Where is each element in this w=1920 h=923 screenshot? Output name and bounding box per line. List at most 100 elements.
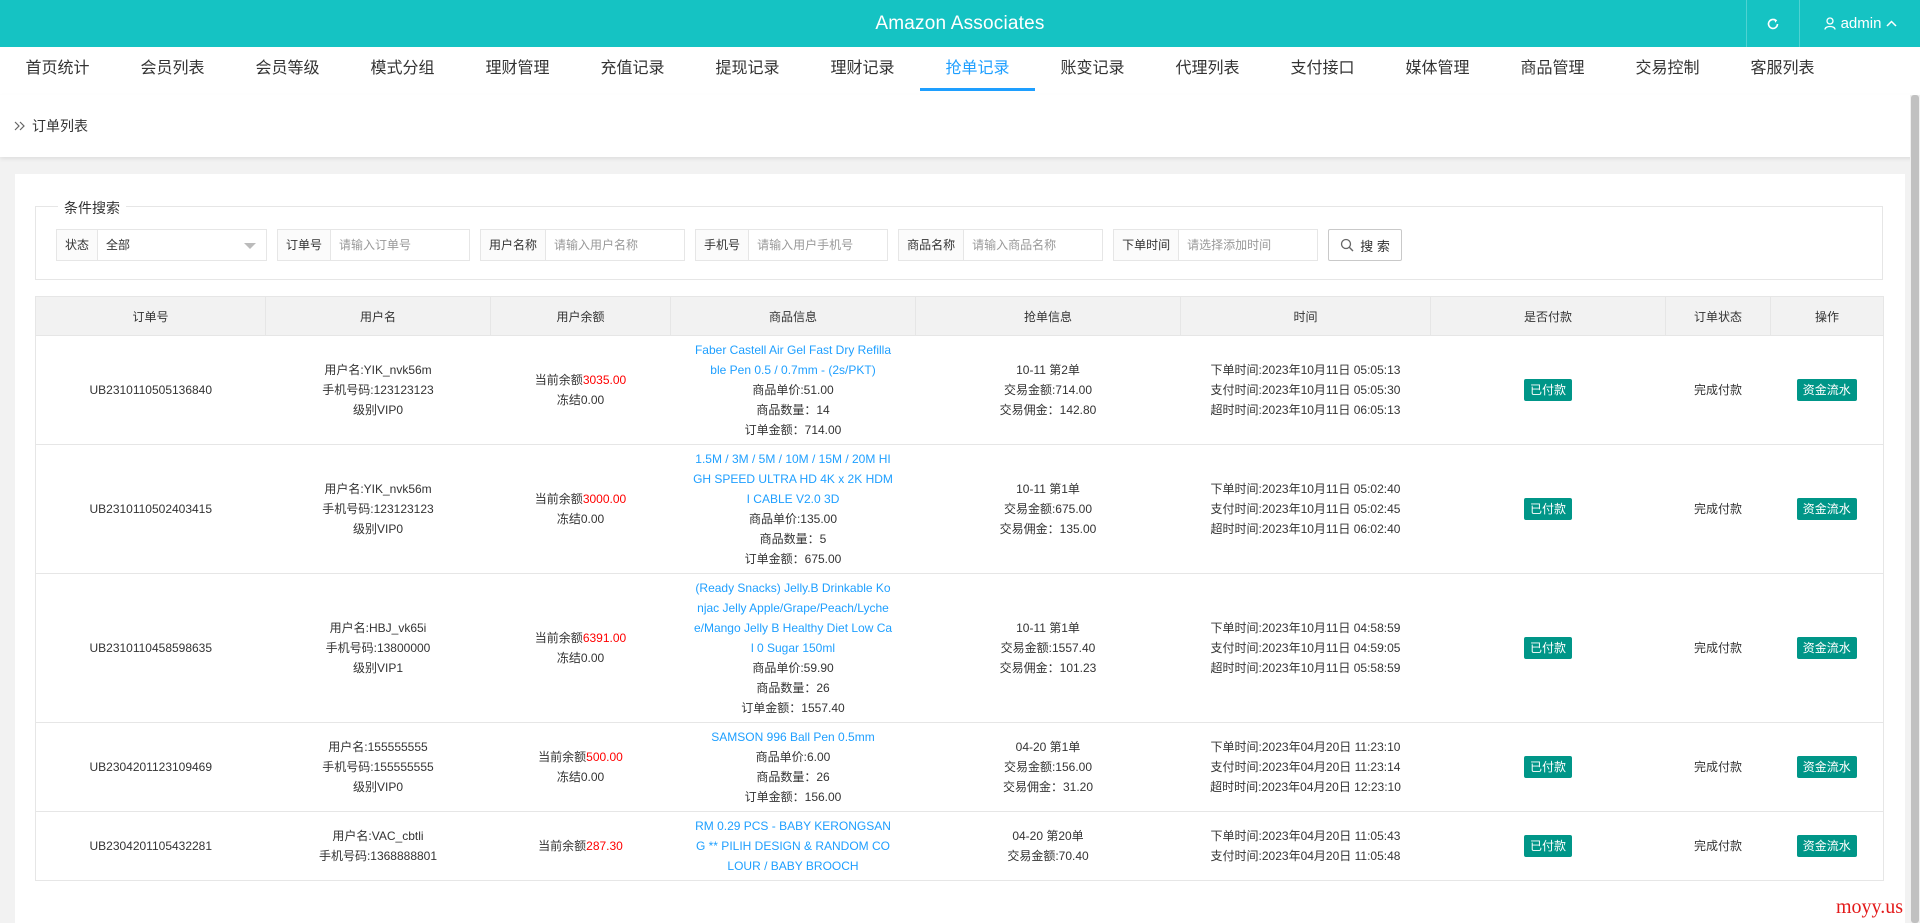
grab-index: 04-20 第1单 [1015,740,1081,754]
order-time-input[interactable] [1179,230,1318,260]
user-phone-text: 手机号码:155555555 [322,760,434,774]
tab-trade-control[interactable]: 交易控制 [1610,47,1725,95]
goods-total: 订单金额：1557.40 [741,701,845,715]
tab-finance-manage[interactable]: 理财管理 [460,47,575,95]
status-select-value: 全部 [106,238,131,252]
order-time: 下单时间:2023年04月20日 11:23:10 [1210,740,1401,754]
paid-cell: 已付款 [1430,811,1666,881]
tab-account-change[interactable]: 账变记录 [1035,47,1150,95]
grab-amount: 交易金额:675.00 [1003,502,1093,516]
tab-payment-interface[interactable]: 支付接口 [1265,47,1380,95]
goods-title-link[interactable]: (Ready Snacks) Jelly.B Drinkable Konjac … [693,578,893,658]
grab-commission: 交易佣金：31.20 [1002,780,1094,794]
balance-prefix: 当前余额 [534,373,583,387]
goods-price: 商品单价:51.00 [752,383,834,397]
goods-name-input[interactable] [964,230,1103,260]
time-info: 下单时间:2023年04月20日 11:05:43 支付时间:2023年04月2… [1180,811,1431,881]
fund-flow-button[interactable]: 资金流水 [1796,379,1857,401]
tab-media-manage[interactable]: 媒体管理 [1380,47,1495,95]
fund-flow-button[interactable]: 资金流水 [1796,637,1857,659]
tab-member-level[interactable]: 会员等级 [230,47,345,95]
order-no-input[interactable] [331,230,470,260]
goods-title-link[interactable]: SAMSON 996 Ball Pen 0.5mm [693,727,893,747]
paid-badge: 已付款 [1523,756,1572,778]
time-info: 下单时间:2023年04月20日 11:23:10 支付时间:2023年04月2… [1180,722,1431,812]
fund-flow-button[interactable]: 资金流水 [1796,756,1857,778]
user-name-text: 用户名:155555555 [328,740,428,754]
chevron-up-icon [1886,20,1897,27]
goods-price: 商品单价:6.00 [755,750,831,764]
goods-name-filter: 商品名称 [898,229,1104,261]
grab-index: 10-11 第1单 [1016,482,1080,496]
order-time-label: 下单时间 [1114,230,1180,260]
tab-grab-records[interactable]: 抢单记录 [920,47,1035,95]
table-row: UB2310110505136840 用户名:YIK_nvk56m 手机号码:1… [35,335,1884,445]
phone-input[interactable] [749,230,888,260]
scrollbar-thumb[interactable] [1911,95,1919,923]
order-time: 下单时间:2023年10月11日 04:58:59 [1210,621,1401,635]
order-table: 订单号 用户名 用户余额 商品信息 抢单信息 时间 是否付款 订单状态 操作 U… [35,296,1884,881]
grab-index: 04-20 第20单 [1012,829,1084,843]
search-button[interactable]: 搜 索 [1328,229,1403,261]
goods-title-link[interactable]: RM 0.29 PCS - BABY KERONGSANG ** PILIH D… [693,816,893,876]
order-no: UB2304201105432281 [35,811,266,881]
goods-title-link[interactable]: 1.5M / 3M / 5M / 10M / 15M / 20M HIGH SP… [693,449,893,509]
balance-prefix: 当前余额 [534,492,583,506]
fund-flow-button[interactable]: 资金流水 [1796,498,1857,520]
paid-cell: 已付款 [1430,722,1666,812]
balance-info: 当前余额3035.00 冻结0.00 [490,335,671,445]
tab-agent-list[interactable]: 代理列表 [1150,47,1265,95]
tab-recharge-records[interactable]: 充值记录 [575,47,690,95]
time-info: 下单时间:2023年10月11日 05:05:13 支付时间:2023年10月1… [1180,335,1431,445]
user-level-text: 级别VIP1 [352,661,404,675]
order-status: 完成付款 [1665,573,1771,723]
search-row: 状态 全部 订单号 用户名称 手机号 商品名称 [56,229,1403,261]
refresh-button[interactable] [1746,0,1800,47]
action-cell: 资金流水 [1770,335,1884,445]
watermark-text: moyy.us [1836,896,1904,918]
tab-finance-records[interactable]: 理财记录 [805,47,920,95]
tab-mode-group[interactable]: 模式分组 [345,47,460,95]
goods-name-label: 商品名称 [899,230,965,260]
order-status: 完成付款 [1665,811,1771,881]
user-phone-text: 手机号码:1368888801 [318,849,438,863]
order-no: UB2304201123109469 [35,722,266,812]
paid-cell: 已付款 [1430,573,1666,723]
paid-cell: 已付款 [1430,444,1666,574]
tab-withdraw-records[interactable]: 提现记录 [690,47,805,95]
frozen-text: 冻结0.00 [556,651,605,665]
chevron-down-icon [244,243,257,249]
goods-title-link[interactable]: Faber Castell Air Gel Fast Dry Refillabl… [693,340,893,380]
fund-flow-button[interactable]: 资金流水 [1796,835,1857,857]
tab-service-list[interactable]: 客服列表 [1725,47,1840,95]
paid-badge: 已付款 [1523,498,1572,520]
paid-badge: 已付款 [1523,637,1572,659]
grab-info: 10-11 第1单 交易金额:1557.40 交易佣金：101.23 [915,573,1181,723]
username-input[interactable] [546,230,685,260]
user-name-text: 用户名:YIK_nvk56m [324,363,432,377]
user-menu[interactable]: admin [1801,0,1920,47]
balance-info: 当前余额287.30 [490,811,671,881]
page-scrollbar[interactable] [1910,95,1920,923]
top-bar: Amazon Associates admin [0,0,1920,47]
user-level-text: 级别VIP0 [352,780,404,794]
balance-prefix: 当前余额 [538,839,587,853]
tab-member-list[interactable]: 会员列表 [115,47,230,95]
refresh-icon [1767,18,1779,29]
order-no: UB2310110458598635 [35,573,266,723]
balance-info: 当前余额6391.00 冻结0.00 [490,573,671,723]
main-nav: 首页统计 会员列表 会员等级 模式分组 理财管理 充值记录 提现记录 理财记录 … [0,47,1920,95]
tab-goods-manage[interactable]: 商品管理 [1495,47,1610,95]
grab-commission: 交易佣金：101.23 [999,661,1097,675]
search-legend: 条件搜索 [58,198,126,218]
grab-index: 10-11 第1单 [1016,621,1080,635]
goods-price: 商品单价:135.00 [748,512,838,526]
status-select[interactable]: 全部 [98,230,266,260]
balance-info: 当前余额3000.00 冻结0.00 [490,444,671,574]
user-info: 用户名:HBJ_vk65i 手机号码:13800000 级别VIP1 [265,573,491,723]
tab-home-stats[interactable]: 首页统计 [0,47,115,95]
user-info: 用户名:155555555 手机号码:155555555 级别VIP0 [265,722,491,812]
grab-commission: 交易佣金：135.00 [999,522,1097,536]
user-phone-text: 手机号码:123123123 [322,502,434,516]
user-phone-text: 手机号码:13800000 [325,641,431,655]
